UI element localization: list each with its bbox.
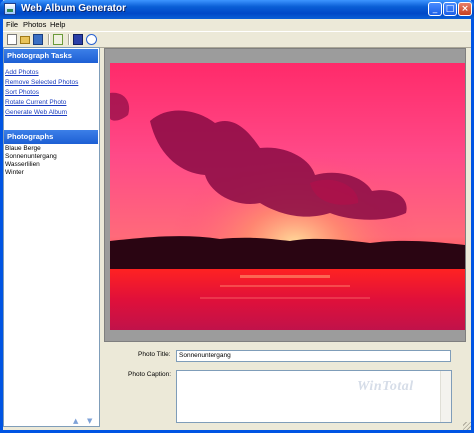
- photo-list-item[interactable]: Winter: [5, 169, 24, 176]
- new-document-icon[interactable]: [7, 34, 17, 45]
- photo-list-item[interactable]: Blaue Berge: [5, 145, 41, 152]
- window-title: Web Album Generator: [21, 3, 127, 14]
- save-icon[interactable]: [33, 34, 43, 45]
- help-book-icon[interactable]: [73, 34, 83, 45]
- task-remove-selected-photos[interactable]: Remove Selected Photos: [5, 79, 78, 86]
- move-up-button[interactable]: ▲: [73, 418, 81, 425]
- task-sort-photos[interactable]: Sort Photos: [5, 89, 39, 96]
- minimize-button[interactable]: _: [428, 2, 442, 16]
- title-bar[interactable]: Web Album Generator _ □ ×: [0, 0, 474, 19]
- photo-title-label: Photo Title:: [138, 351, 171, 358]
- task-generate-web-album[interactable]: Generate Web Album: [5, 109, 67, 116]
- photo-title-input[interactable]: Sonnenuntergang: [176, 350, 451, 362]
- task-rotate-current-photo[interactable]: Rotate Current Photo: [5, 99, 66, 106]
- watermark-logo: WinTotal: [357, 379, 414, 394]
- toolbar: [3, 31, 471, 48]
- toolbar-separator: [48, 34, 50, 45]
- move-down-button[interactable]: ▼: [87, 418, 95, 425]
- menu-bar: File Photos Help: [3, 19, 471, 31]
- photo-caption-input[interactable]: WinTotal: [176, 370, 452, 423]
- menu-file[interactable]: File: [6, 20, 18, 29]
- photo-list-item[interactable]: Sonnenuntergang: [5, 153, 57, 160]
- photo-caption-label: Photo Caption:: [128, 371, 172, 378]
- app-icon: [4, 3, 16, 15]
- close-button[interactable]: ×: [458, 2, 472, 16]
- resize-grip[interactable]: [463, 422, 471, 430]
- info-icon[interactable]: [86, 34, 97, 45]
- maximize-button[interactable]: □: [443, 2, 457, 16]
- photo-list-item[interactable]: Wasserlilien: [5, 161, 40, 168]
- task-add-photos[interactable]: Add Photos: [5, 69, 39, 76]
- caption-scrollbar[interactable]: [440, 371, 451, 422]
- photo-preview-image: [110, 63, 465, 330]
- tasks-header: Photograph Tasks: [4, 49, 98, 63]
- photographs-header: Photographs: [4, 130, 98, 144]
- open-folder-icon[interactable]: [20, 36, 30, 44]
- menu-photos[interactable]: Photos: [23, 20, 46, 29]
- menu-help[interactable]: Help: [50, 20, 65, 29]
- toolbar-separator: [68, 34, 70, 45]
- view-icon[interactable]: [53, 34, 63, 45]
